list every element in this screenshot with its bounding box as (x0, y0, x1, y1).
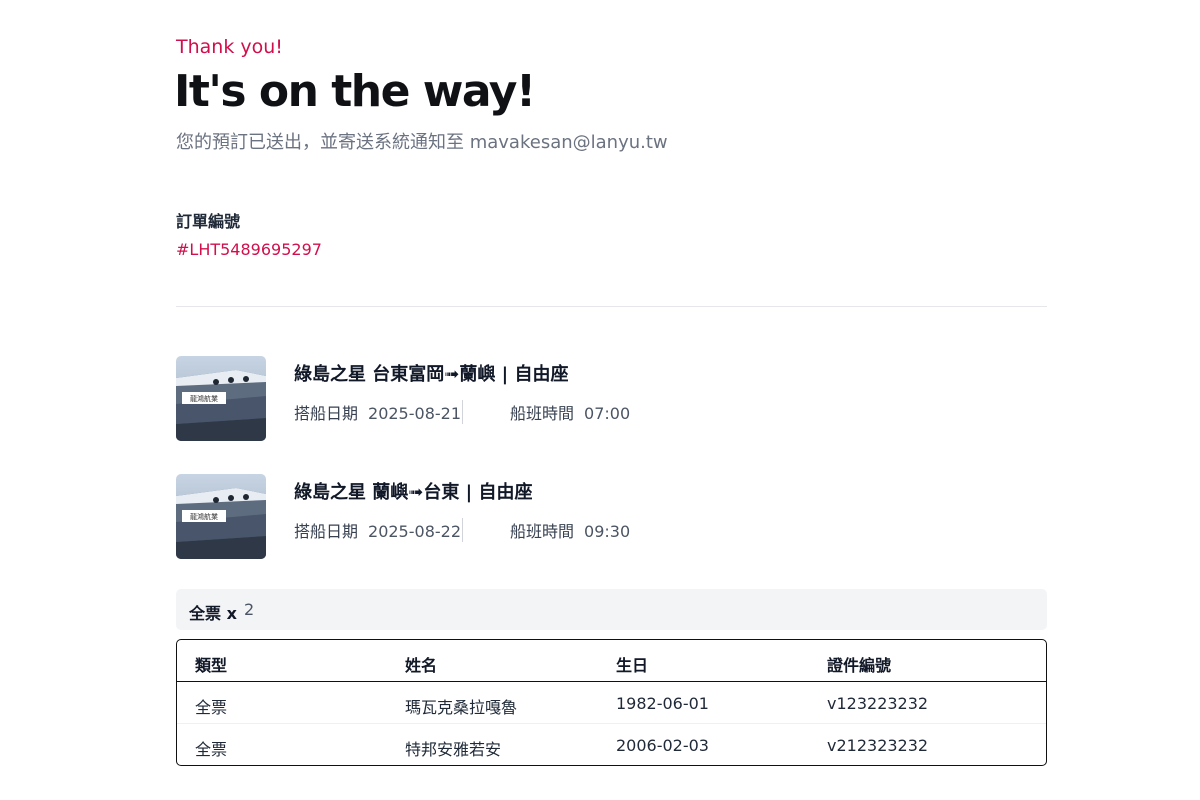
trip-item: 龍鴻航業 綠島之星 台東富岡➟蘭嶼 | 自由座 搭船日期 2025-08-21 船… (176, 356, 1047, 442)
sailing-time-label: 船班時間 (510, 404, 575, 423)
ferry-thumbnail: 龍鴻航業 (176, 474, 266, 559)
order-number-label: 訂單編號 (176, 212, 241, 231)
sailing-time-label: 船班時間 (510, 522, 575, 541)
column-header-birthday: 生日 (616, 656, 649, 675)
section-divider (176, 306, 1047, 307)
table-row: 全票 瑪瓦克桑拉嘎魯 1982-06-01 v123223232 (177, 682, 1046, 724)
trip-title: 綠島之星 台東富岡➟蘭嶼 | 自由座 (294, 364, 569, 385)
sailing-date-value: 2025-08-21 (368, 404, 461, 423)
sailing-time-value: 09:30 (584, 522, 631, 541)
ferry-thumbnail: 龍鴻航業 (176, 356, 266, 441)
passenger-name: 特邦安雅若安 (405, 740, 502, 759)
sailing-date-value: 2025-08-22 (368, 522, 461, 541)
order-confirmation-page: Thank you! It's on the way! 您的預訂已送出，並寄送系… (0, 0, 1200, 800)
column-header-name: 姓名 (405, 656, 438, 675)
passenger-type: 全票 (195, 698, 228, 717)
sailing-time: 船班時間 09:30 (510, 518, 630, 542)
passenger-birthday: 1982-06-01 (616, 694, 709, 713)
table-row: 全票 特邦安雅若安 2006-02-03 v212323232 (177, 724, 1046, 765)
sailing-date-label: 搭船日期 (294, 522, 359, 541)
passenger-table: 類型 姓名 生日 證件編號 全票 瑪瓦克桑拉嘎魯 1982-06-01 v123… (176, 639, 1047, 766)
page-title: It's on the way! (174, 66, 536, 117)
confirmation-subtitle: 您的預訂已送出，並寄送系統通知至 mavakesan@lanyu.tw (176, 132, 668, 153)
column-header-id-number: 證件編號 (827, 656, 892, 675)
sailing-time-value: 07:00 (584, 404, 631, 423)
passenger-id-number: v123223232 (827, 694, 929, 713)
passenger-id-number: v212323232 (827, 736, 929, 755)
passenger-birthday: 2006-02-03 (616, 736, 709, 755)
ticket-summary-bar: 全票 x 2 (176, 589, 1047, 630)
thank-you-eyebrow: Thank you! (176, 36, 283, 58)
passenger-name: 瑪瓦克桑拉嘎魯 (405, 698, 518, 717)
ticket-type-label: 全票 x (189, 604, 237, 623)
ferry-company-label: 龍鴻航業 (190, 512, 218, 521)
trip-item: 龍鴻航業 綠島之星 蘭嶼➟台東 | 自由座 搭船日期 2025-08-22 船班時… (176, 474, 1047, 560)
order-number: #LHT5489695297 (176, 240, 322, 259)
ticket-count: 2 (244, 600, 255, 619)
sailing-date-label: 搭船日期 (294, 404, 359, 423)
passenger-type: 全票 (195, 740, 228, 759)
sailing-time: 船班時間 07:00 (510, 400, 630, 424)
sailing-date: 搭船日期 2025-08-21 (294, 400, 463, 424)
ferry-company-label: 龍鴻航業 (190, 394, 218, 403)
sailing-date: 搭船日期 2025-08-22 (294, 518, 463, 542)
table-header-row: 類型 姓名 生日 證件編號 (177, 640, 1046, 682)
trip-title: 綠島之星 蘭嶼➟台東 | 自由座 (294, 482, 533, 503)
column-header-type: 類型 (195, 656, 228, 675)
